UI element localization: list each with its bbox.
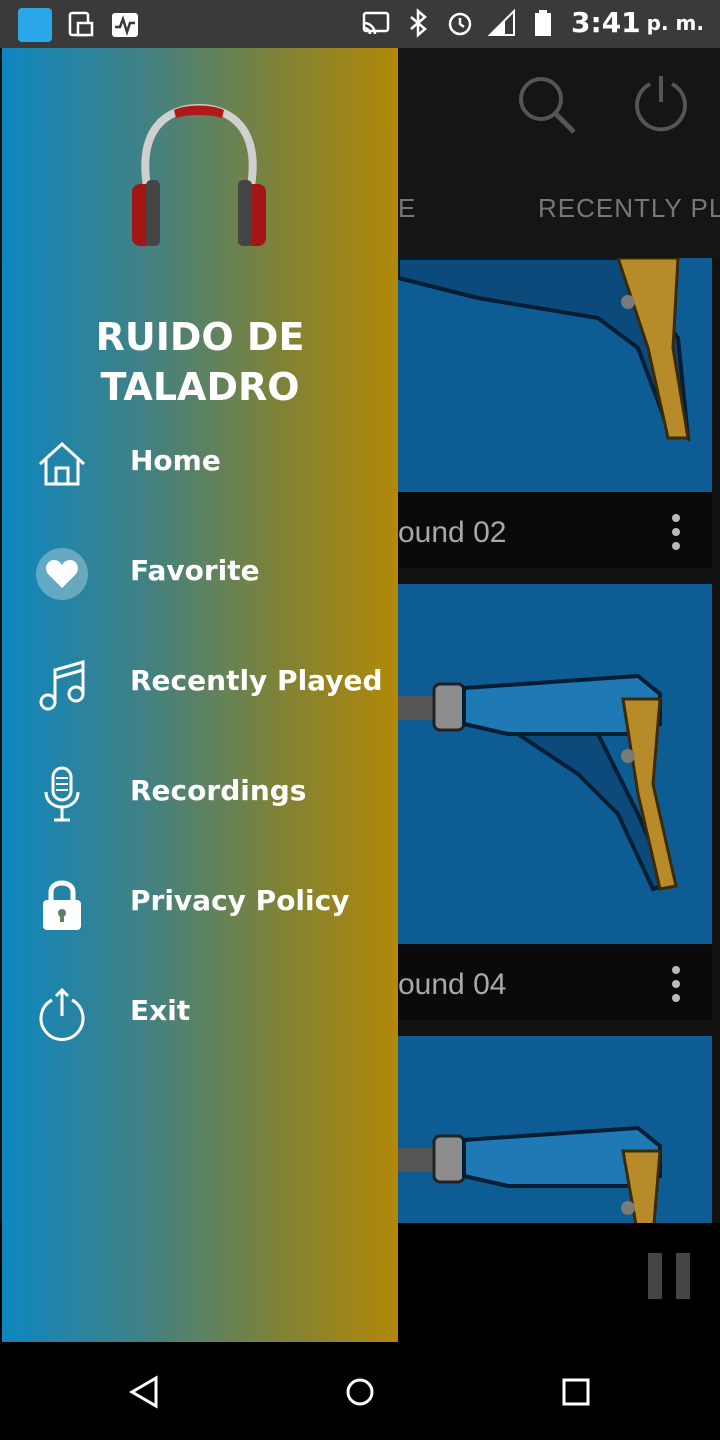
sound-card[interactable]: ound 02 xyxy=(398,258,712,568)
card-title: ound 02 xyxy=(398,516,507,549)
app-icon xyxy=(18,8,52,42)
card-image xyxy=(398,584,712,944)
menu-item-exit[interactable]: Exit xyxy=(2,964,398,1060)
clock-time: 3:41 xyxy=(571,6,641,39)
more-options-icon[interactable] xyxy=(672,514,680,556)
menu-item-privacy-policy[interactable]: Privacy Policy xyxy=(2,854,398,950)
app-title: RUIDO DE TALADRO xyxy=(2,312,398,412)
menu-label: Privacy Policy xyxy=(130,884,350,917)
battery-icon xyxy=(535,9,552,36)
heart-icon xyxy=(36,548,88,600)
sound-card[interactable] xyxy=(398,1036,712,1226)
menu-label: Home xyxy=(130,444,221,477)
headphones-logo xyxy=(132,103,266,246)
drill-image xyxy=(398,1125,662,1226)
card-image xyxy=(398,258,712,492)
more-options-icon[interactable] xyxy=(672,966,680,1008)
pause-button[interactable] xyxy=(648,1253,690,1301)
power-icon xyxy=(39,987,85,1041)
card-image xyxy=(398,1036,712,1226)
home-icon xyxy=(38,441,86,486)
tab-recently-played[interactable]: RECENTLY PL xyxy=(538,193,720,224)
lock-icon xyxy=(43,880,81,930)
menu-item-favorite[interactable]: Favorite xyxy=(2,524,398,620)
menu-item-recently-played[interactable]: Recently Played xyxy=(2,634,398,730)
cast-icon xyxy=(362,11,390,34)
navigation-drawer: RUIDO DE TALADRO Home Favorite Recently … xyxy=(2,48,398,1342)
app-title-line1: RUIDO DE xyxy=(95,315,305,359)
pulse-icon xyxy=(112,13,138,37)
home-button-icon[interactable] xyxy=(340,1372,380,1412)
music-note-icon xyxy=(39,660,85,711)
alarm-icon xyxy=(448,12,472,35)
screenshot-icon xyxy=(68,11,94,37)
tab-partial[interactable]: E xyxy=(398,193,416,224)
signal-icon xyxy=(487,8,516,36)
clock-ampm: p. m. xyxy=(646,10,704,35)
power-icon[interactable] xyxy=(632,72,690,134)
card-title: ound 04 xyxy=(398,968,507,1001)
back-icon[interactable] xyxy=(124,1372,164,1412)
menu-label: Exit xyxy=(130,994,191,1027)
menu-label: Recordings xyxy=(130,774,307,807)
menu-label: Favorite xyxy=(130,554,260,587)
recents-icon[interactable] xyxy=(556,1372,596,1412)
menu-label: Recently Played xyxy=(130,664,383,697)
system-navigation-bar xyxy=(0,1342,720,1440)
bluetooth-icon xyxy=(410,7,427,38)
drill-image xyxy=(398,673,678,892)
app-title-line2: TALADRO xyxy=(100,365,300,409)
menu-item-home[interactable]: Home xyxy=(2,414,398,510)
microphone-icon xyxy=(44,766,80,822)
menu-item-recordings[interactable]: Recordings xyxy=(2,744,398,840)
status-bar: 3:41 p. m. xyxy=(0,0,720,48)
sound-card[interactable]: ound 04 xyxy=(398,584,712,1020)
drill-image xyxy=(398,258,691,442)
search-icon[interactable] xyxy=(514,72,578,136)
